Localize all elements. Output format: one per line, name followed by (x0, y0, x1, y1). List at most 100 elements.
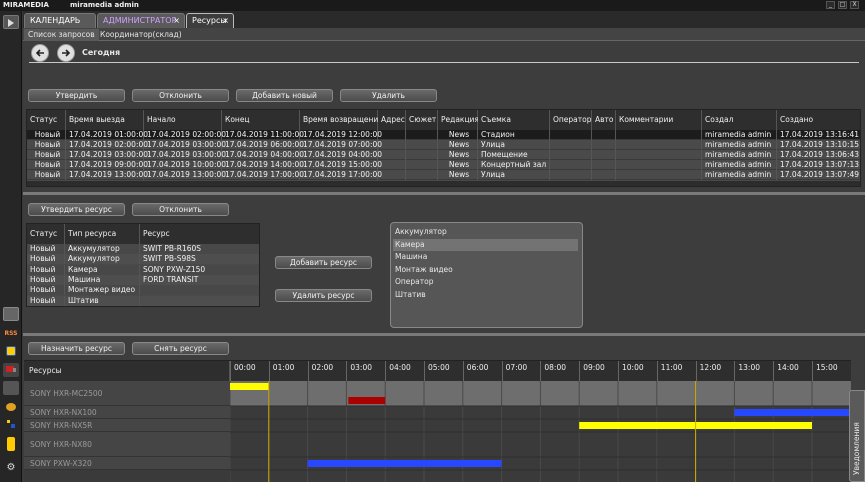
table-row[interactable]: Новый 17.04.2019 09:00:00 17.04.2019 10:00… (27, 160, 860, 170)
reject-button[interactable]: Отклонить (132, 89, 229, 102)
list-item[interactable]: Монтаж видео (393, 264, 578, 276)
list-item[interactable]: Камера (393, 238, 578, 251)
schedule-bar[interactable] (307, 460, 502, 467)
table-cell: Новый (27, 274, 65, 285)
table-row[interactable]: Новый Аккумулятор SWIT PB-R160S (27, 244, 259, 254)
resources-icon[interactable] (6, 346, 16, 356)
timeline-resource-label[interactable]: SONY HXR-NX100 (24, 406, 230, 419)
table-row[interactable]: Новый Камера SONY PXW-Z150 (27, 264, 259, 275)
table-cell: Улица (478, 140, 550, 150)
reject-resource-button[interactable]: Отклонить (132, 203, 229, 216)
col-header-comments[interactable]: Комментарии (616, 110, 702, 130)
col-header-address[interactable]: Адрес (378, 110, 406, 130)
table-cell (378, 150, 406, 160)
expand-panel-button[interactable] (3, 15, 19, 29)
col-header-departure[interactable]: Время выезда (66, 110, 144, 130)
timeline-resource-label[interactable]: SONY HXR-NX80 (24, 432, 230, 457)
monitor-icon[interactable] (3, 381, 19, 395)
table-cell: News (438, 140, 478, 150)
minimize-button[interactable]: _ (826, 1, 835, 9)
table-cell: News (438, 130, 478, 140)
col-header-created-by[interactable]: Создал (702, 110, 777, 130)
gear-icon[interactable]: ⚙ (3, 461, 19, 475)
subtab-requests[interactable]: Список запросов (24, 29, 99, 41)
table-row[interactable]: Новый Штатив (27, 295, 259, 306)
approve-button[interactable]: Утвердить (28, 89, 125, 102)
phone-icon[interactable] (7, 437, 15, 451)
table-cell: Машина (65, 274, 140, 285)
table-cell (140, 285, 259, 295)
close-tab-icon[interactable]: × (222, 14, 229, 27)
timeline-resource-label[interactable]: SONY HXR-MC2500 (24, 381, 230, 406)
calendar-icon[interactable] (3, 307, 19, 321)
assign-resource-button[interactable]: Назначить ресурс (28, 342, 125, 355)
approve-resource-button[interactable]: Утвердить ресурс (28, 203, 125, 216)
table-cell (550, 130, 592, 140)
col-header-created[interactable]: Создано (777, 110, 860, 130)
table-row[interactable]: Новый Монтажер видео (27, 285, 259, 296)
col-header-start[interactable]: Начало (144, 110, 222, 130)
delete-resource-button[interactable]: Удалить ресурс (275, 289, 372, 302)
tab-administrator[interactable]: АДМИНИСТРАТОР × (97, 13, 185, 28)
schedule-bar[interactable] (348, 397, 386, 404)
col-header-auto[interactable]: Авто (592, 110, 616, 130)
helmet-icon[interactable] (3, 399, 19, 413)
table-cell (616, 140, 702, 150)
table-cell (406, 150, 438, 160)
table-row[interactable]: Новый 17.04.2019 02:00:00 17.04.2019 03:00… (27, 140, 860, 150)
col-header-res-type[interactable]: Тип ресурса (65, 224, 140, 244)
add-resource-button[interactable]: Добавить ресурс (275, 256, 372, 269)
table-cell (406, 170, 438, 180)
schedule-bar[interactable] (734, 409, 851, 416)
schedule-bar[interactable] (230, 383, 269, 390)
col-header-operator[interactable]: Оператор (550, 110, 592, 130)
col-header-res-status[interactable]: Статус (27, 224, 65, 244)
close-window-button[interactable]: X (850, 1, 859, 9)
table-cell: Аккумулятор (65, 254, 140, 265)
previous-day-button[interactable] (31, 44, 49, 62)
add-new-button[interactable]: Добавить новый (236, 89, 333, 102)
tab-resources[interactable]: Ресурсы × (186, 13, 234, 28)
timeline-area[interactable] (230, 381, 851, 482)
table-row[interactable]: Новый 17.04.2019 13:00:00 17.04.2019 13:00… (27, 170, 860, 180)
remove-resource-button[interactable]: Снять ресурс (132, 342, 229, 355)
table-row[interactable]: Новый Аккумулятор SWIT PB-S98S (27, 254, 259, 265)
table-row[interactable]: Новый Машина FORD TRANSIT (27, 274, 259, 285)
col-header-story[interactable]: Сюжет (406, 110, 438, 130)
col-header-status[interactable]: Статус (27, 110, 66, 130)
list-item[interactable]: Аккумулятор (393, 226, 578, 238)
list-item[interactable]: Оператор (393, 276, 578, 288)
rss-icon[interactable]: RSS (3, 327, 19, 341)
col-header-end[interactable]: Конец (222, 110, 300, 130)
app-logo: MIRAMEDIA (3, 1, 49, 9)
current-user: miramedia admin (70, 1, 139, 9)
table-row[interactable]: Новый 17.04.2019 01:00:00 17.04.2019 02:00… (27, 130, 860, 140)
list-item[interactable]: Штатив (393, 289, 578, 301)
delete-button[interactable]: Удалить (340, 89, 437, 102)
list-item[interactable]: Машина (393, 251, 578, 263)
tab-calendar[interactable]: КАЛЕНДАРЬ (24, 13, 96, 28)
timeline-resource-label[interactable]: SONY HXR-NX5R (24, 419, 230, 432)
col-header-shooting[interactable]: Съемка (478, 110, 550, 130)
notifications-tab[interactable]: Уведомления (849, 390, 865, 482)
timeline-resource-label[interactable]: SONY PXW-X320 (24, 457, 230, 470)
col-header-return[interactable]: Время возвращения (300, 110, 383, 130)
tools-icon[interactable] (3, 417, 19, 431)
hours-header: 00:00 01:00 02:00 03:00 04:00 05:00 06:00 07:00… (230, 361, 851, 381)
table-row[interactable]: Новый 17.04.2019 03:00:00 17.04.2019 03:00… (27, 150, 860, 160)
hour-label: 08:00 (540, 361, 579, 381)
arrow-left-icon (35, 49, 44, 57)
horizontal-scrollbar[interactable] (27, 181, 860, 186)
vehicle-icon[interactable] (3, 363, 19, 377)
table-cell: 17.04.2019 15:00:00 (300, 160, 382, 170)
col-header-resource[interactable]: Ресурс (140, 224, 259, 244)
table-cell: 17.04.2019 10:00:00 (144, 160, 226, 170)
close-tab-icon[interactable]: × (173, 14, 180, 27)
subtab-coordinator[interactable]: Координатор(склад) (96, 29, 186, 41)
maximize-button[interactable]: □ (838, 1, 847, 9)
table-cell (616, 160, 702, 170)
next-day-button[interactable] (57, 44, 75, 62)
table-cell: Концертный зал (478, 160, 550, 170)
col-header-editorial[interactable]: Редакция (438, 110, 479, 130)
resource-type-list[interactable]: Аккумулятор Камера Машина Монтаж видео Опера… (390, 222, 583, 328)
